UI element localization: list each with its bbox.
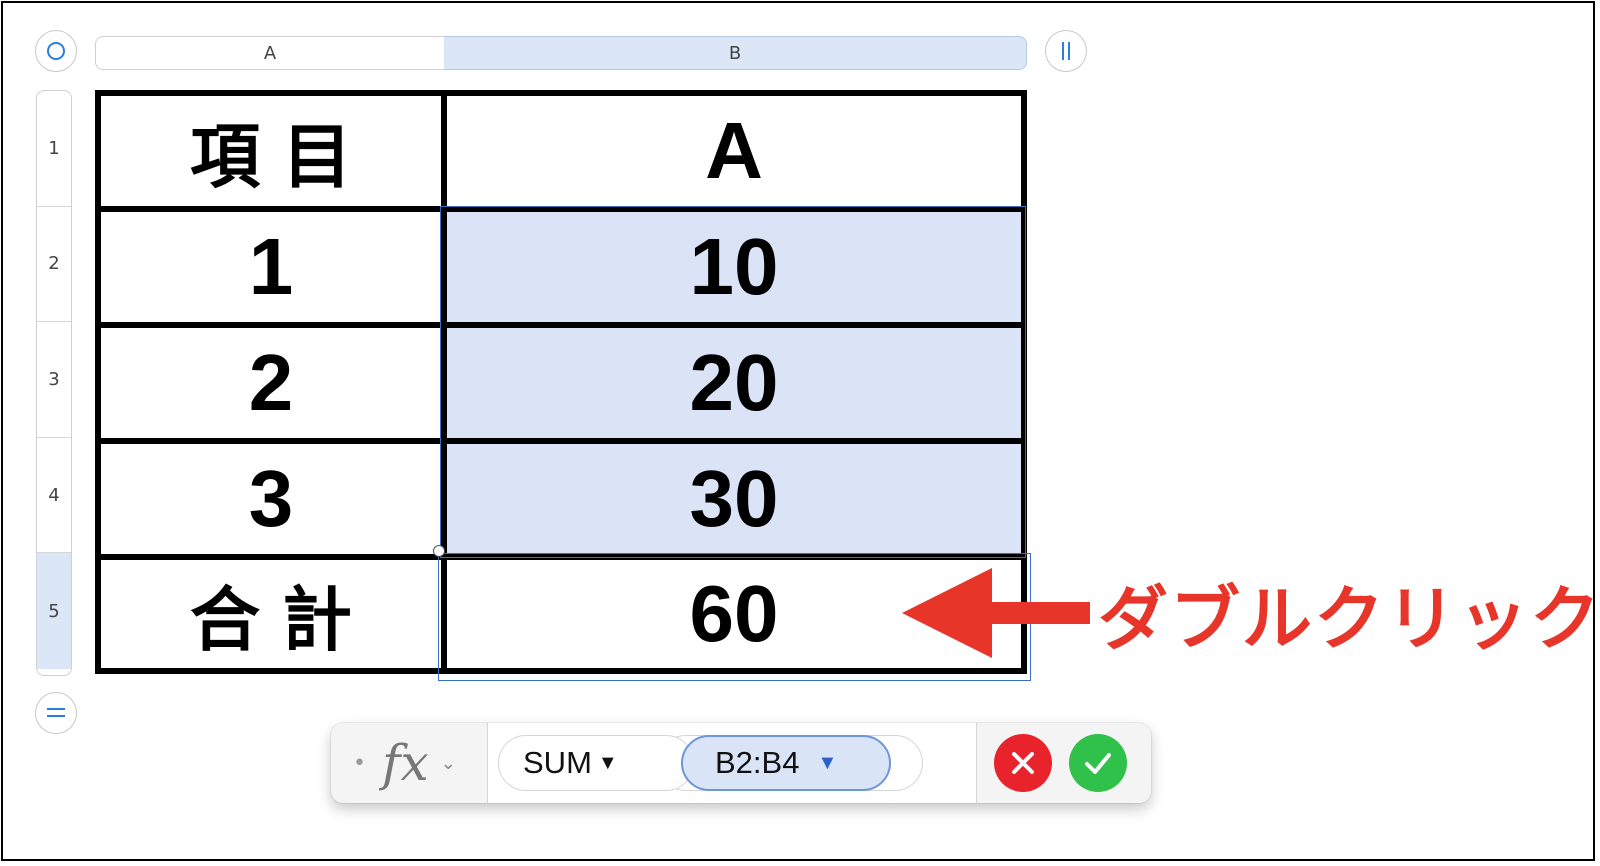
double-click-callout: ダブルクリック	[1098, 577, 1600, 660]
row-header-label: 2	[48, 253, 60, 275]
formula-bar: • fx ⌄ SUM ▼ B2:B4 ▼	[331, 723, 1151, 803]
function-name: SUM	[523, 745, 592, 780]
cell-text: 30	[689, 454, 779, 543]
column-header-b[interactable]: B	[444, 36, 1027, 70]
cell-text: 3	[248, 454, 294, 543]
function-menu[interactable]: • fx ⌄	[331, 723, 488, 803]
equals-icon	[47, 708, 65, 717]
column-header-label: A	[263, 42, 277, 64]
cell-text: 20	[689, 338, 779, 427]
row-header-2[interactable]: 2	[37, 207, 71, 323]
row-header-1[interactable]: 1	[37, 91, 71, 207]
row-header-label: 4	[48, 484, 60, 506]
cell-text: 60	[689, 569, 779, 658]
add-column-handle[interactable]	[1045, 30, 1087, 72]
grid-line	[101, 438, 1021, 444]
row-headers: 1 2 3 4 5	[36, 90, 72, 676]
circle-icon	[47, 42, 65, 60]
row-header-label: 1	[48, 137, 60, 159]
pause-bars-icon	[1062, 42, 1070, 60]
caret-down-icon: ▼	[817, 751, 838, 774]
caret-down-icon: ▼	[597, 751, 618, 774]
cancel-button[interactable]	[994, 734, 1052, 792]
cell-b1[interactable]: A	[447, 96, 1021, 206]
row-header-label: 3	[48, 368, 60, 390]
row-header-label: 5	[48, 600, 60, 622]
column-header-a[interactable]: A	[95, 36, 445, 70]
check-icon	[1085, 753, 1111, 774]
grid-line	[441, 96, 447, 668]
cell-a2[interactable]: 1	[101, 212, 441, 322]
selection-handle[interactable]	[433, 545, 445, 557]
cell-b2[interactable]: 10	[447, 212, 1021, 322]
cell-a3[interactable]: 2	[101, 328, 441, 438]
accept-button[interactable]	[1069, 734, 1127, 792]
data-table: 項目 A 1 10 2 20 3 30 合計 60	[95, 90, 1027, 674]
table-select-button[interactable]	[35, 30, 77, 72]
row-header-3[interactable]: 3	[37, 322, 71, 438]
formula-editor[interactable]: SUM ▼ B2:B4 ▼	[488, 723, 977, 803]
cell-b4[interactable]: 30	[447, 444, 1021, 554]
grid-line	[101, 322, 1021, 328]
fx-icon: fx	[381, 734, 429, 792]
chevron-down-icon: ⌄	[440, 752, 456, 774]
cell-text: 1	[248, 222, 294, 311]
range-token[interactable]: B2:B4 ▼	[681, 735, 891, 791]
cell-a1[interactable]: 項目	[101, 96, 441, 206]
cell-a4[interactable]: 3	[101, 444, 441, 554]
cell-a5[interactable]: 合計	[101, 560, 441, 668]
cell-text: 2	[248, 338, 294, 427]
grid-line	[101, 554, 1021, 560]
row-header-4[interactable]: 4	[37, 438, 71, 554]
cell-b3[interactable]: 20	[447, 328, 1021, 438]
x-icon	[1012, 752, 1034, 774]
cell-text: 10	[689, 222, 779, 311]
arrow-left-icon	[902, 568, 1090, 658]
cell-text: A	[705, 106, 763, 195]
add-row-handle[interactable]	[35, 692, 77, 734]
grid-line	[101, 206, 1021, 212]
cell-text: 合計	[190, 578, 374, 661]
function-token[interactable]: SUM ▼	[498, 735, 694, 791]
row-header-5[interactable]: 5	[37, 553, 71, 669]
range-reference: B2:B4	[715, 745, 800, 780]
cell-text: 項目	[190, 115, 374, 198]
dot-icon: •	[353, 750, 366, 776]
column-header-label: B	[728, 42, 742, 64]
